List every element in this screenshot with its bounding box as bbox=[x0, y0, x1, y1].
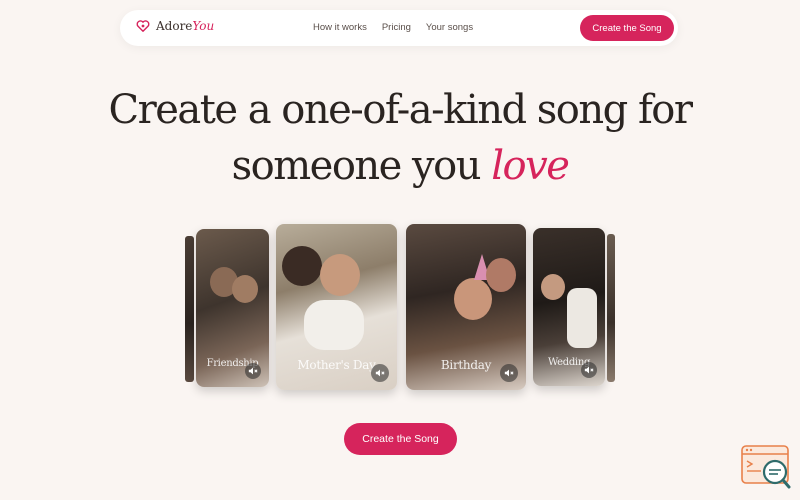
logo-wordmark: Adore bbox=[156, 19, 193, 33]
speaker-muted-icon[interactable] bbox=[245, 363, 261, 379]
carousel-card-mothers-day[interactable]: Mother's Day bbox=[276, 224, 397, 390]
nav-link-your-songs[interactable]: Your songs bbox=[426, 22, 473, 33]
carousel-edge-card-left[interactable] bbox=[185, 236, 194, 382]
card-photo bbox=[541, 274, 565, 300]
card-photo-detail bbox=[486, 258, 516, 292]
logo[interactable]: Adore You bbox=[136, 19, 214, 33]
card-photo-dress bbox=[567, 288, 597, 348]
logo-wordmark-accent: You bbox=[192, 19, 215, 33]
carousel-card-friendship[interactable]: Friendship bbox=[196, 229, 269, 387]
card-photo-shirt bbox=[304, 300, 364, 350]
top-nav: Adore You How it works Pricing Your song… bbox=[120, 10, 678, 46]
speaker-muted-icon[interactable] bbox=[581, 362, 597, 378]
chat-support-icon[interactable] bbox=[741, 445, 793, 490]
carousel-edge-card-right[interactable] bbox=[607, 234, 615, 382]
hero-headline: Create a one-of-a-kind song for someone … bbox=[0, 82, 800, 194]
hero-headline-line1: Create a one-of-a-kind song for bbox=[108, 87, 693, 133]
carousel-card-wedding[interactable]: Wedding bbox=[533, 228, 605, 386]
hero-headline-accent: love bbox=[491, 143, 570, 189]
nav-links: How it works Pricing Your songs bbox=[313, 22, 473, 33]
card-photo-detail bbox=[232, 275, 258, 303]
speaker-muted-icon[interactable] bbox=[371, 364, 389, 382]
nav-link-how-it-works[interactable]: How it works bbox=[313, 22, 367, 33]
hero-headline-line2: someone you bbox=[231, 143, 492, 189]
nav-create-song-button[interactable]: Create the Song bbox=[580, 15, 674, 41]
card-photo-detail bbox=[320, 254, 360, 296]
heart-logo-icon bbox=[136, 20, 150, 32]
nav-link-pricing[interactable]: Pricing bbox=[382, 22, 411, 33]
card-photo bbox=[454, 278, 492, 320]
carousel-card-birthday[interactable]: Birthday bbox=[406, 224, 526, 390]
card-photo bbox=[282, 246, 322, 286]
speaker-muted-icon[interactable] bbox=[500, 364, 518, 382]
create-song-button[interactable]: Create the Song bbox=[344, 423, 457, 455]
